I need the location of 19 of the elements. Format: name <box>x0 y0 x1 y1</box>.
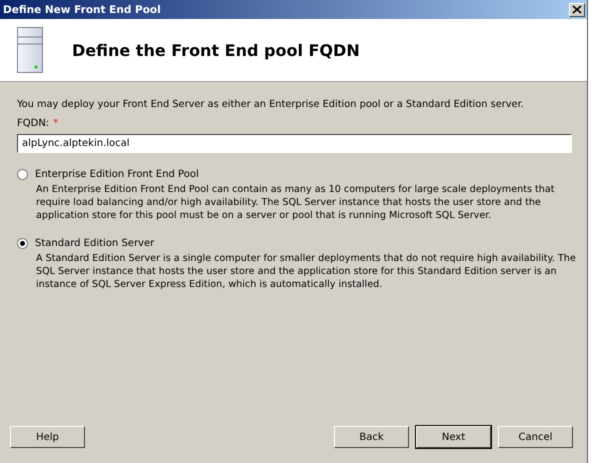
server-icon <box>17 27 43 73</box>
option-description: A Standard Edition Server is a single computer for smaller deployments that do not require high availability. The SQL Server instance that hosts the user store and the application store for this Standard Edition server is an instance of SQL Server Express Edition, which is automatically installed. <box>36 252 576 291</box>
dialog-button[interactable]: Next <box>416 426 491 448</box>
option-label[interactable]: Standard Edition Server <box>35 238 154 249</box>
fqdn-field[interactable]: alpLync.alptekin.local <box>17 134 572 153</box>
option-label[interactable]: Enterprise Edition Front End Pool <box>35 169 199 180</box>
radio-button[interactable] <box>17 169 28 180</box>
dialog-button[interactable]: Help <box>10 426 85 448</box>
close-icon <box>572 5 582 14</box>
intro-text: You may deploy your Front End Server as either an Enterprise Edition pool or a Standard Edition server. <box>17 99 525 110</box>
dialog-button[interactable]: Cancel <box>498 426 573 448</box>
window-title: Define New Front End Pool <box>3 4 161 16</box>
dialog-button[interactable]: Back <box>334 426 409 448</box>
option-description: An Enterprise Edition Front End Pool can contain as many as 10 computers for large scale deployments that require load balancing and/or high availability. The SQL Server instance that hosts the user store and the application store for this pool must be on a server or pool that is running Microsoft SQL Server. <box>36 183 556 222</box>
close-button[interactable] <box>569 2 585 16</box>
field-label: FQDN: <box>17 118 50 129</box>
radio-button[interactable] <box>17 238 28 249</box>
required-mark: * <box>53 118 58 129</box>
page-heading: Define the Front End pool FQDN <box>72 40 360 60</box>
